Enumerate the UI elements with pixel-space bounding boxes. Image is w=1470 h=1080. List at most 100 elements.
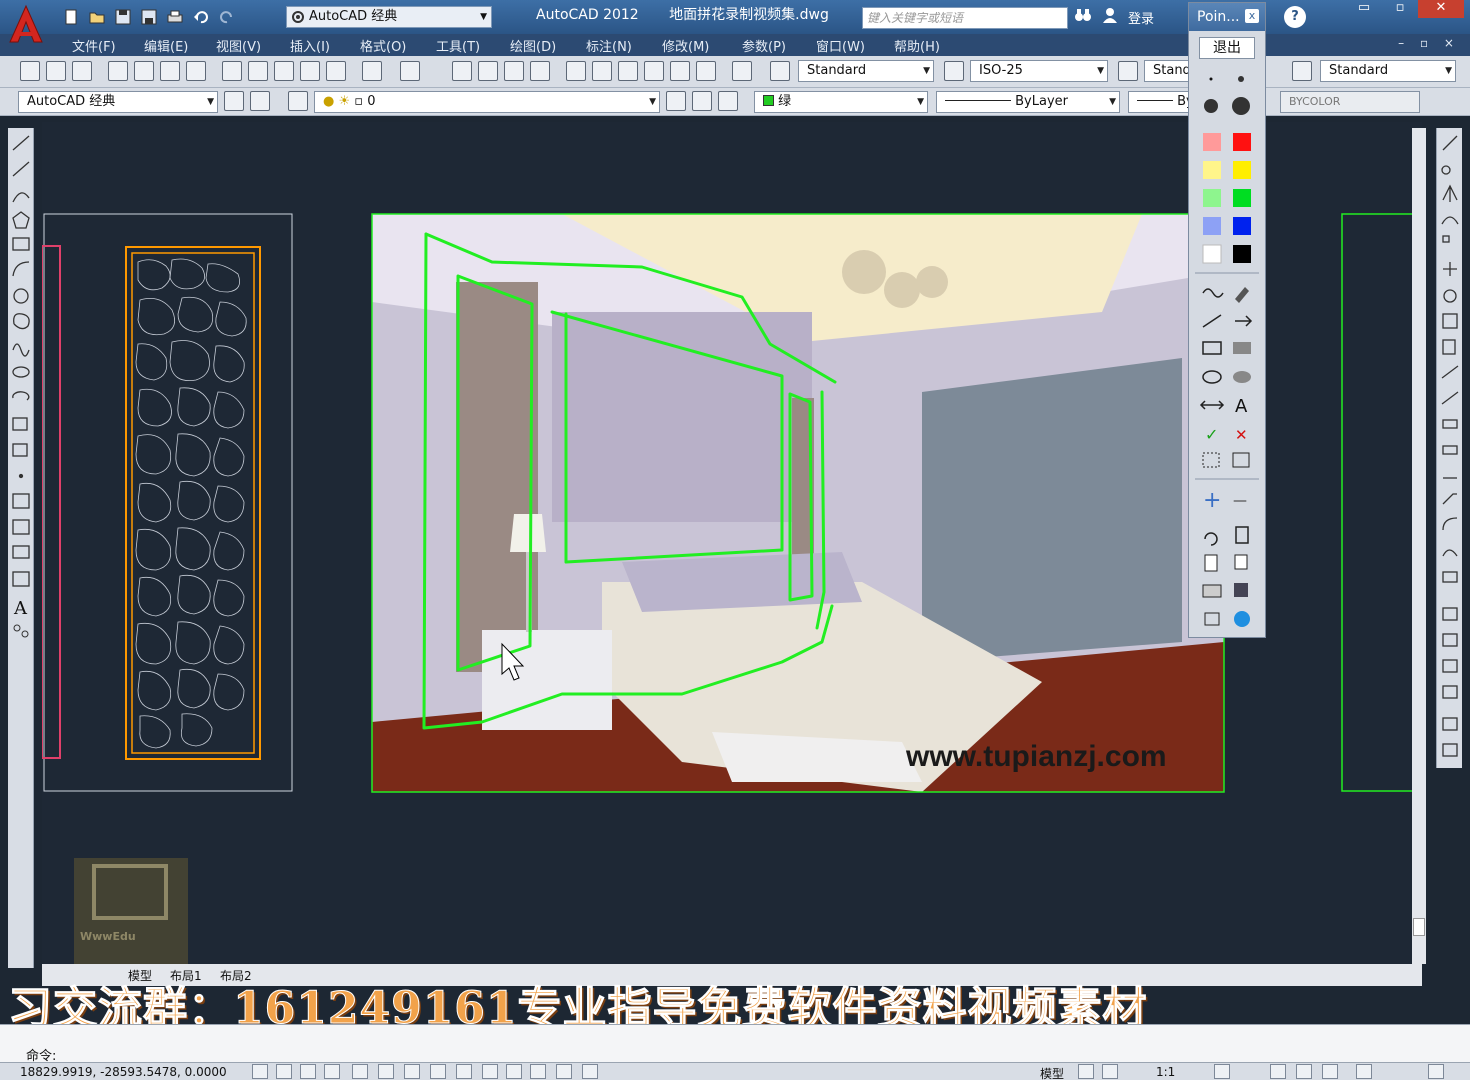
bring-above-icon[interactable] [1442,685,1458,699]
new-page-icon[interactable] [1204,554,1218,572]
insert-block-icon[interactable] [12,417,28,431]
properties-icon[interactable] [566,61,586,81]
table-style-icon[interactable] [1118,61,1138,81]
undo-stroke-icon[interactable] [1204,532,1218,546]
light-red-swatch[interactable] [1203,133,1221,151]
draw-order-icon[interactable] [1442,607,1458,621]
plot-preview-icon[interactable] [134,61,154,81]
menu-edit[interactable]: 编辑(E) [144,36,188,55]
dynamic-input-button[interactable] [482,1064,498,1079]
dim-style-icon[interactable] [944,61,964,81]
open-file-icon[interactable] [46,61,66,81]
hollow-rectangle-icon[interactable] [1202,341,1222,355]
undo-tool-icon[interactable] [362,61,382,81]
check-icon[interactable]: ✓ [1205,425,1218,444]
dynamic-ucs-button[interactable] [456,1064,472,1079]
break-icon[interactable] [1442,445,1458,455]
selection-cycling-button[interactable] [582,1064,598,1079]
object-snap-button[interactable] [378,1064,394,1079]
explode-icon[interactable] [1442,571,1458,583]
red-swatch[interactable] [1233,133,1251,151]
light-blue-swatch[interactable] [1203,217,1221,235]
info-icon[interactable] [1234,611,1250,627]
layer-match-icon[interactable] [718,91,738,111]
annotation-scale[interactable]: 1:1 [1156,1065,1175,1079]
fillet-icon[interactable] [1442,517,1458,531]
hatch-to-back-icon[interactable] [1442,743,1458,757]
hardware-acceleration-button[interactable] [1322,1064,1338,1079]
menu-parameters[interactable]: 参数(P) [742,36,786,55]
help-tool-icon[interactable] [732,61,752,81]
close-button[interactable]: ✕ [1418,0,1464,18]
rectangle-icon[interactable] [12,237,30,251]
minimize-button[interactable]: ▭ [1346,0,1382,18]
light-yellow-swatch[interactable] [1203,161,1221,179]
menu-file[interactable]: 文件(F) [72,36,116,55]
command-line[interactable]: 命令: [0,1024,1470,1064]
blend-curves-icon[interactable] [1442,549,1458,557]
qnew-icon[interactable] [20,61,40,81]
sheet-set-icon[interactable] [644,61,664,81]
tool-palettes-icon[interactable] [618,61,638,81]
snap-mode-button[interactable] [276,1064,292,1079]
yellow-swatch[interactable] [1233,161,1251,179]
point-icon[interactable] [18,473,24,479]
menu-insert[interactable]: 插入(I) [290,36,330,55]
text-style-select[interactable]: Standard ▼ [798,60,934,82]
xlarge-dot-pen-icon[interactable] [1232,97,1250,115]
paste-icon[interactable] [274,61,294,81]
send-to-back-icon[interactable] [1442,659,1458,673]
spline-icon[interactable] [12,343,30,357]
lineweight-button[interactable] [506,1064,522,1079]
straight-line-icon[interactable] [1202,314,1222,328]
zoom-window-icon[interactable] [504,61,524,81]
markup-set-icon[interactable] [670,61,690,81]
black-swatch[interactable] [1233,245,1251,263]
workspace-settings-icon[interactable] [224,91,244,111]
plus-icon[interactable]: + [1203,488,1221,513]
chamfer-icon[interactable] [1442,493,1457,505]
workspace-select[interactable]: AutoCAD 经典 ▼ [18,91,218,113]
linetype-select[interactable]: ByLayer ▼ [936,91,1120,113]
ortho-mode-button[interactable] [324,1064,340,1079]
circle-icon[interactable] [13,288,29,304]
table-style-select[interactable]: Stand [1144,60,1190,82]
menu-format[interactable]: 格式(O) [360,36,406,55]
cut-icon[interactable] [222,61,242,81]
quick-view-drawings-button[interactable] [1102,1064,1118,1079]
annotation-visibility-button[interactable] [1214,1064,1230,1079]
layer-states-icon[interactable] [250,91,270,111]
isolate-objects-button[interactable] [1356,1064,1372,1079]
autocad-logo-icon[interactable] [4,2,48,46]
model-space-label[interactable]: 模型 [1040,1065,1064,1080]
color-select[interactable]: 绿 ▼ [754,91,928,113]
toolbar-lock-button[interactable] [1296,1064,1312,1079]
break-at-point-icon[interactable] [1442,419,1458,429]
gradient-icon[interactable] [12,519,30,535]
quickcalc-icon[interactable] [696,61,716,81]
save-as-icon[interactable] [138,6,160,28]
freehand-pen-icon[interactable] [1202,288,1224,298]
layer-previous-icon[interactable] [692,91,712,111]
cross-icon[interactable]: ✕ [1235,426,1248,444]
save-file-icon[interactable] [72,61,92,81]
3d-dwf-icon[interactable] [186,61,206,81]
filled-ellipse-icon[interactable] [1233,371,1251,383]
multiline-text-icon[interactable]: A [13,598,28,619]
polar-tracking-button[interactable] [352,1064,368,1079]
zoom-area-icon[interactable] [1232,452,1250,468]
binoculars-icon[interactable] [1074,7,1092,27]
open-icon[interactable] [86,6,108,28]
menu-draw[interactable]: 绘图(D) [510,36,556,55]
infer-constraints-button[interactable] [252,1064,268,1079]
plot-style-select[interactable]: BYCOLOR [1280,91,1420,113]
match-properties-icon[interactable] [300,61,320,81]
print-icon[interactable] [164,6,186,28]
user-icon[interactable] [1102,7,1118,27]
line-tool-icon[interactable] [12,135,30,151]
large-dot-pen-icon[interactable] [1204,99,1218,113]
rotate-icon[interactable] [1443,289,1457,303]
zoom-previous-icon[interactable] [530,61,550,81]
ellipse-icon[interactable] [12,366,30,378]
menu-window[interactable]: 窗口(W) [816,36,865,55]
